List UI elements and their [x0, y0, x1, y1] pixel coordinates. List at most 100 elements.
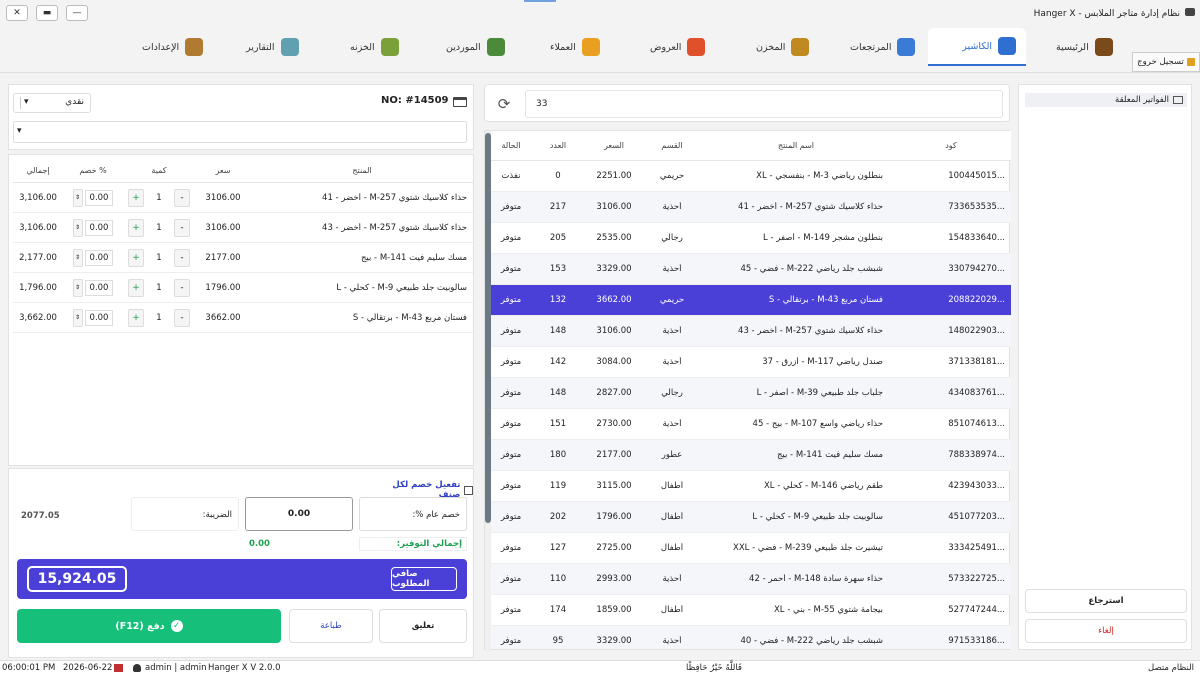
table-row[interactable]: متوفر 95 3329.00 أحذية شبشب جلد رياضي M-222 …	[491, 626, 1011, 649]
header-qty[interactable]: العدد	[531, 141, 585, 150]
cell-qty: 0	[555, 171, 561, 181]
cell-price: 3084.00	[596, 357, 632, 367]
header-status[interactable]: الحالة	[491, 141, 531, 150]
spinner-icon[interactable]: ⇕	[72, 188, 83, 207]
table-row[interactable]: متوفر 151 2730.00 أحذية حذاء رياضي واسع M-10…	[491, 409, 1011, 440]
cell-code: 423943033...	[948, 481, 1005, 491]
pay-button[interactable]: ✓ دفع (F12)	[17, 609, 281, 643]
nav-warehouse[interactable]: المخزن	[746, 28, 819, 66]
restore-button[interactable]: ▬	[36, 5, 58, 21]
plus-icon[interactable]: +	[128, 308, 144, 327]
nav-settings[interactable]: الإعدادات	[132, 28, 213, 66]
header-price[interactable]: السعر	[585, 141, 643, 150]
minus-icon[interactable]: -	[174, 308, 190, 327]
plus-icon[interactable]: +	[128, 278, 144, 297]
cart-product: حذاء كلاسيك شتوي M-257 - أخضر - 43	[322, 222, 467, 233]
cart-row[interactable]: 2,177.00 ⇕ 0.00 +1 - 2177.00 مسك سليم فيت M-14…	[13, 243, 473, 273]
table-row[interactable]: متوفر 127 2725.00 أطفال تيشيرت جلد طبيعي M-2…	[491, 533, 1011, 564]
minus-icon[interactable]: -	[174, 248, 190, 267]
header-name[interactable]: اسم المنتج	[701, 141, 891, 150]
cart-discount[interactable]: ⇕ 0.00	[63, 188, 123, 207]
header-code[interactable]: كود	[891, 141, 1011, 150]
cancel-invoice-button[interactable]: إلغاء	[1025, 619, 1187, 643]
restore-invoice-button[interactable]: استرجاع	[1025, 589, 1187, 613]
table-row[interactable]: متوفر 148 3106.00 أحذية حذاء كلاسيك شتوي M-2…	[491, 316, 1011, 347]
cart-qty-stepper[interactable]: +1 -	[123, 218, 195, 237]
nav-offers[interactable]: العروض	[640, 28, 715, 66]
discount-value[interactable]: 0.00	[84, 249, 114, 266]
table-row[interactable]: متوفر 174 1859.00 أطفال بيجامة شتوي M-55 - ب…	[491, 595, 1011, 626]
cell-dept: عطور	[661, 450, 683, 460]
tax-input[interactable]: 0.00	[245, 497, 353, 531]
plus-icon[interactable]: +	[128, 218, 144, 237]
cart-qty-stepper[interactable]: +1 -	[123, 308, 195, 327]
cart-discount[interactable]: ⇕ 0.00	[63, 308, 123, 327]
cart-discount[interactable]: ⇕ 0.00	[63, 278, 123, 297]
cell-name: فستان مربع M-43 - برتقالي - S	[768, 295, 883, 305]
nav-home[interactable]: الرئيسية	[1046, 28, 1123, 66]
app-icon	[1185, 8, 1195, 16]
table-row[interactable]: متوفر 205 2535.00 رجالي بنطلون مشجر M-149 - …	[491, 223, 1011, 254]
table-row[interactable]: متوفر 217 3106.00 أحذية حذاء كلاسيك شتوي M-2…	[491, 192, 1011, 223]
minus-icon[interactable]: -	[174, 218, 190, 237]
discount-value[interactable]: 0.00	[84, 189, 114, 206]
cart-row[interactable]: 3,662.00 ⇕ 0.00 +1 - 3662.00 فستان مربع M-43 -…	[13, 303, 473, 333]
customer-select[interactable]: ▾	[13, 121, 467, 143]
cart-qty-stepper[interactable]: +1 -	[123, 278, 195, 297]
search-input[interactable]: 33	[525, 90, 1003, 118]
table-row[interactable]: متوفر 110 2993.00 أحذية حذاء سهرة سادة M-148…	[491, 564, 1011, 595]
logout-button[interactable]: تسجيل خروج	[1132, 52, 1200, 72]
general-discount-field[interactable]: خصم عام %:	[359, 497, 467, 531]
nav-treasury[interactable]: الخزنه	[340, 28, 409, 66]
table-row[interactable]: متوفر 132 3662.00 حريمي فستان مربع M-43 - بر…	[491, 285, 1011, 316]
status-quote: فَاللَّهُ خَيْرٌ حَافِظًا	[686, 663, 742, 673]
checkbox[interactable]	[464, 485, 473, 495]
header-dept[interactable]: القسم	[643, 141, 701, 150]
spinner-icon[interactable]: ⇕	[72, 218, 83, 237]
nav-returns[interactable]: المرتجعات	[840, 28, 925, 66]
returns-icon	[897, 38, 916, 56]
cart-qty-stepper[interactable]: +1 -	[123, 248, 195, 267]
nav-suppliers[interactable]: الموردين	[436, 28, 515, 66]
cell-code: 434083761...	[948, 388, 1005, 398]
cart-discount[interactable]: ⇕ 0.00	[63, 218, 123, 237]
nav-reports[interactable]: التقارير	[236, 28, 309, 66]
table-row[interactable]: متوفر 148 2827.00 رجالي جلباب جلد طبيعي M-39…	[491, 378, 1011, 409]
table-row[interactable]: متوفر 202 1796.00 أطفال سالوبيت جلد طبيعي M-…	[491, 502, 1011, 533]
net-total-label: صافي المطلوب	[391, 567, 457, 591]
table-row[interactable]: متوفر 180 2177.00 عطور مسك سليم فيت M-141 - …	[491, 440, 1011, 471]
spinner-icon[interactable]: ⇕	[72, 248, 83, 267]
cart-table: إجمالي خصم % كمية سعر المنتج 3,106.00 ⇕ 0.…	[8, 154, 474, 466]
discount-value[interactable]: 0.00	[84, 279, 114, 296]
table-row[interactable]: متوفر 142 3084.00 أحذية صندل رياضي M-117 - أ…	[491, 347, 1011, 378]
table-row[interactable]: متوفر 153 3329.00 أحذية شبشب جلد رياضي M-222…	[491, 254, 1011, 285]
side-value: 2077.05	[21, 511, 60, 521]
cart-row[interactable]: 1,796.00 ⇕ 0.00 +1 - 1796.00 سالوبيت جلد طبيعي…	[13, 273, 473, 303]
nav-customers[interactable]: العملاء	[540, 28, 610, 66]
cart-row[interactable]: 3,106.00 ⇕ 0.00 +1 - 3106.00 حذاء كلاسيك شتوي …	[13, 183, 473, 213]
nav-cashier[interactable]: الكاشير	[928, 28, 1026, 66]
minus-icon[interactable]: -	[174, 278, 190, 297]
minus-icon[interactable]: -	[174, 188, 190, 207]
refresh-icon[interactable]: ⟳	[495, 95, 513, 113]
plus-icon[interactable]: +	[128, 188, 144, 207]
cart-discount[interactable]: ⇕ 0.00	[63, 248, 123, 267]
payment-type-select[interactable]: نقدي ▾	[13, 93, 91, 113]
cart-qty-stepper[interactable]: +1 -	[123, 188, 195, 207]
discount-value[interactable]: 0.00	[84, 219, 114, 236]
cart-row[interactable]: 3,106.00 ⇕ 0.00 +1 - 3106.00 حذاء كلاسيك شتوي …	[13, 213, 473, 243]
table-row[interactable]: نفذت 0 2251.00 حريمي بنطلون رياضي M-3 - بنفس…	[491, 161, 1011, 192]
spinner-icon[interactable]: ⇕	[72, 278, 83, 297]
print-button[interactable]: طباعة	[289, 609, 373, 643]
nav-label: الكاشير	[962, 40, 992, 52]
plus-icon[interactable]: +	[128, 248, 144, 267]
table-row[interactable]: متوفر 119 3115.00 أطفال طقم رياضي M-146 - كح…	[491, 471, 1011, 502]
hold-button[interactable]: تعليق	[379, 609, 467, 643]
cell-code: 573322725...	[948, 574, 1005, 584]
spinner-icon[interactable]: ⇕	[72, 308, 83, 327]
drag-handle[interactable]	[524, 0, 556, 2]
close-button[interactable]: ✕	[6, 5, 28, 21]
minimize-button[interactable]: —	[66, 5, 88, 21]
cell-dept: رجالي	[661, 388, 683, 398]
discount-value[interactable]: 0.00	[84, 309, 114, 326]
